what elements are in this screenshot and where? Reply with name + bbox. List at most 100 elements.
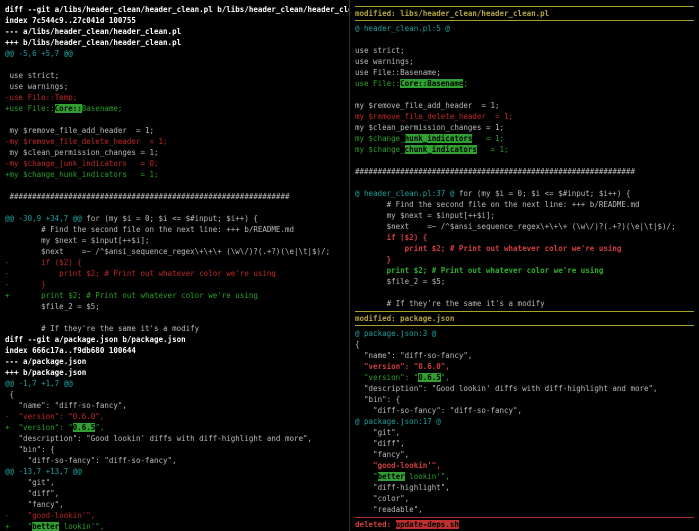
code-line (355, 89, 694, 100)
code-segment: "diff", (355, 439, 405, 448)
code-line: - } (5, 279, 344, 290)
code-line: @@ -1,7 +1,7 @@ (5, 378, 344, 389)
code-line: "fancy", (355, 449, 694, 460)
code-line: "diff", (355, 438, 694, 449)
code-line: --- a/package.json (5, 356, 344, 367)
code-line: ########################################… (355, 166, 694, 177)
code-segment: Core::Basename (400, 79, 463, 88)
code-segment: - "good-lookin'", (5, 511, 95, 520)
file-header-modified: modified: libs/header_clean/header_clean… (355, 6, 694, 21)
code-line: $next =~ /^$ansi_sequence_regex\+\+\+ (\… (355, 221, 694, 232)
code-line: "diff", (5, 488, 344, 499)
code-segment: 0.6.5 (73, 423, 96, 432)
code-line: "diff-so-fancy": "diff-so-fancy", (5, 455, 344, 466)
code-segment: "diff-so-fancy": "diff-so-fancy", (5, 456, 177, 465)
code-line: ########################################… (5, 191, 344, 202)
code-line (5, 202, 344, 213)
code-line: my $change_chunk_indicators = 1; (355, 144, 694, 155)
code-segment (355, 90, 360, 99)
right-diff-pane: modified: libs/header_clean/header_clean… (349, 0, 699, 531)
code-segment: lookin'", (59, 522, 104, 531)
code-segment: use strict; (5, 71, 59, 80)
file-header-modified: modified: package.json (355, 311, 694, 326)
code-line (355, 155, 694, 166)
code-segment: use warnings; (355, 57, 414, 66)
code-segment: " (355, 472, 378, 481)
code-segment: index 666c17a..f9db680 100644 (5, 346, 136, 355)
code-line: @@ -13,7 +13,7 @@ (5, 466, 344, 477)
code-segment: lookin'", (405, 472, 450, 481)
code-segment: $file_2 = $5; (5, 302, 100, 311)
file-header-deleted: deleted: update-deps.sh (355, 517, 694, 531)
code-line: -use File::Temp; (5, 92, 344, 103)
code-line: "name": "diff-so-fancy", (355, 350, 694, 361)
code-segment (5, 115, 10, 124)
code-segment (355, 178, 360, 187)
code-segment: @@ -5,6 +5,7 @@ (5, 49, 73, 58)
code-segment: @@ -30,9 +34,7 @@ (5, 214, 82, 223)
code-segment: @@ -1,7 +1,7 @@ (5, 379, 73, 388)
code-line (5, 114, 344, 125)
code-line: "bin": { (355, 394, 694, 405)
code-segment: @ package.json:17 @ (355, 417, 441, 426)
code-segment: # Find the second file on the next line:… (5, 225, 294, 234)
code-line: "fancy", (5, 499, 344, 510)
code-segment: better (378, 472, 405, 481)
code-line: @@ -30,9 +34,7 @@ for (my $i = 0; $i <= … (5, 213, 344, 224)
code-line: @ header_clean.pl:37 @ for (my $i = 0; $… (355, 188, 694, 199)
code-line: $next =~ /^$ansi_sequence_regex\+\+\+ (\… (5, 246, 344, 257)
code-segment: "git", (5, 478, 55, 487)
code-segment: my $remove_file_add_header = 1; (5, 126, 154, 135)
code-segment: use File::Basename; (355, 68, 441, 77)
code-segment: "color", (355, 494, 409, 503)
code-segment: +use File:: (5, 104, 55, 113)
code-line (5, 312, 344, 323)
code-segment: "name": "diff-so-fancy", (5, 401, 127, 410)
code-segment: ########################################… (355, 167, 635, 176)
code-segment: "diff-highlight", (355, 483, 450, 492)
code-segment: - if ($2) { (5, 258, 82, 267)
code-line: + "version": "0.6.5", (5, 422, 344, 433)
code-segment: { (5, 390, 14, 399)
code-segment: "version": " (355, 373, 418, 382)
code-line: my $next = $input[++$i]; (5, 235, 344, 246)
code-segment: } (355, 255, 391, 264)
code-segment: hunk_indicators (405, 134, 473, 143)
code-segment: "diff-so-fancy": "diff-so-fancy", (355, 406, 522, 415)
code-segment: print $2; # Print out whatever color we'… (355, 244, 621, 253)
code-segment: use File:: (355, 79, 400, 88)
code-segment: = 1; (472, 134, 504, 143)
code-segment: my $remove_file_add_header = 1; (355, 101, 500, 110)
code-segment (355, 156, 360, 165)
code-line: - if ($2) { (5, 257, 344, 268)
code-segment: - "version": "0.6.0", (5, 412, 104, 421)
code-segment: my $clean_permission_changes = 1; (5, 148, 159, 157)
code-segment: diff --git a/package.json b/package.json (5, 335, 186, 344)
code-segment: ", (95, 423, 104, 432)
code-segment (5, 313, 10, 322)
code-segment: $next =~ /^$ansi_sequence_regex\+\+\+ (\… (5, 247, 330, 256)
code-segment: my $change_ (355, 134, 405, 143)
code-segment: better (32, 522, 59, 531)
code-line: index 666c17a..f9db680 100644 (5, 345, 344, 356)
code-line: my $clean_permission_changes = 1; (355, 122, 694, 133)
code-line: if ($2) { (355, 232, 694, 243)
code-segment: my $next = $input[++$i]; (5, 236, 150, 245)
code-line: print $2; # Print out whatever color we'… (355, 243, 694, 254)
code-segment: # If they're the same it's a modify (5, 324, 199, 333)
code-line: index 7c544c9..27c041d 100755 (5, 15, 344, 26)
code-line (355, 34, 694, 45)
code-line: use warnings; (5, 81, 344, 92)
code-segment: my $next = $input[++$i]; (355, 211, 495, 220)
code-segment: index 7c544c9..27c041d 100755 (5, 16, 136, 25)
code-segment: # Find the second file on the next line:… (355, 200, 639, 209)
code-segment: @@ -13,7 +13,7 @@ (5, 467, 82, 476)
code-line: my $next = $input[++$i]; (355, 210, 694, 221)
code-segment: deleted: (355, 520, 396, 529)
code-segment: 0.6.5 (418, 373, 441, 382)
code-segment: +++ b/package.json (5, 368, 86, 377)
code-line: my $remove_file_add_header = 1; (355, 100, 694, 111)
code-segment: ; (463, 79, 468, 88)
code-line: @@ -5,6 +5,7 @@ (5, 48, 344, 59)
code-line: $file_2 = $5; (5, 301, 344, 312)
